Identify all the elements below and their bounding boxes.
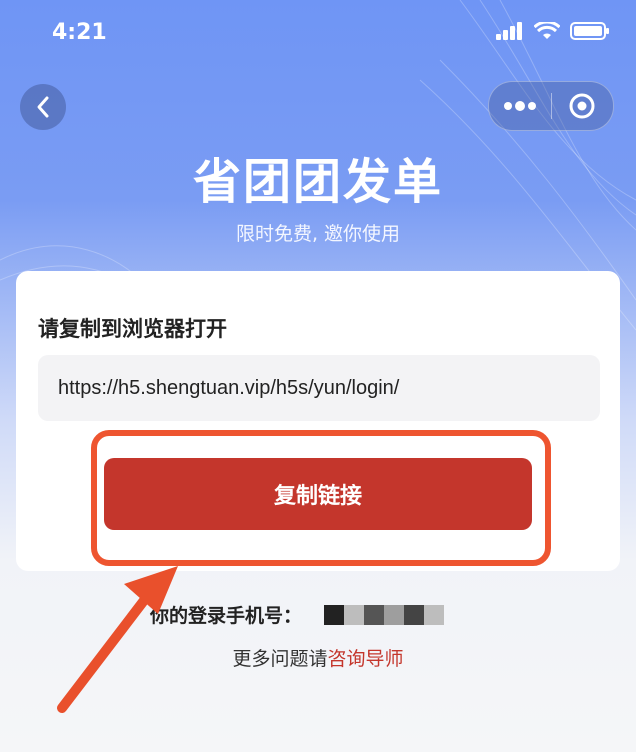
more-button[interactable] [489, 82, 551, 130]
status-time: 4:21 [52, 20, 107, 45]
status-icons [496, 22, 610, 40]
mosaic-block [384, 604, 405, 625]
phone-line: 你的登录手机号： [150, 601, 445, 628]
masked-phone-number [324, 604, 445, 625]
page-subtitle: 限时免费, 邀你使用 [235, 223, 401, 245]
copy-link-button[interactable]: 复制链接 [104, 458, 532, 530]
help-line: 更多问题请咨询导师 [0, 644, 636, 671]
url-text: https://h5.shengtuan.vip/h5s/yun/login/ [58, 376, 400, 399]
url-field[interactable]: https://h5.shengtuan.vip/h5s/yun/login/ [38, 355, 600, 421]
card-heading: 请复制到浏览器打开 [38, 317, 227, 341]
mosaic-block [344, 604, 365, 625]
target-circle-icon [569, 93, 595, 119]
mosaic-block [324, 604, 345, 625]
battery-icon [570, 22, 609, 40]
mini-program-capsule [488, 81, 614, 131]
help-prefix: 更多问题请 [232, 648, 328, 670]
consult-mentor-link[interactable]: 咨询导师 [328, 648, 404, 670]
chevron-left-icon [37, 96, 49, 118]
mosaic-block [364, 604, 385, 625]
mosaic-block [404, 604, 425, 625]
cellular-signal-icon [496, 22, 522, 40]
more-dots-icon [503, 101, 536, 111]
close-mini-program-button[interactable] [552, 82, 614, 130]
wifi-icon [534, 22, 560, 39]
phone-label: 你的登录手机号： [150, 605, 303, 627]
back-button[interactable] [20, 84, 66, 130]
page-title: 省团团发单 [192, 154, 443, 210]
mosaic-block [424, 604, 445, 625]
